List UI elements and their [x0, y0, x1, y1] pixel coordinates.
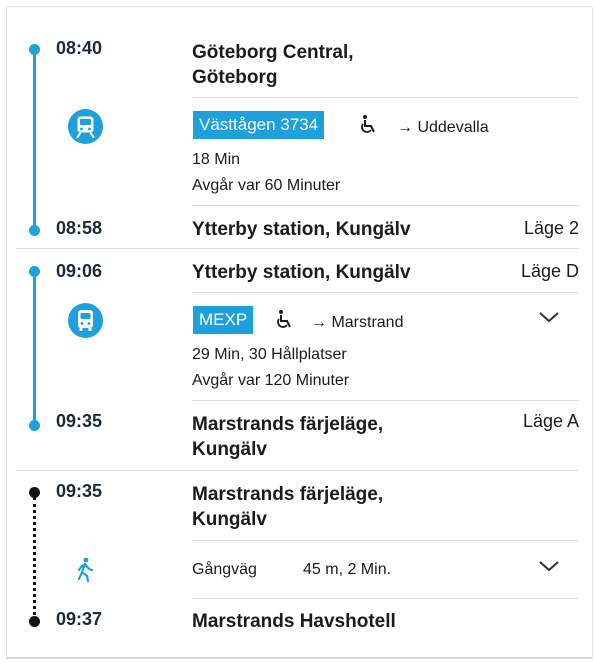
arrival-marker: [29, 225, 40, 236]
leg-divider: [16, 470, 579, 471]
departure-time: 09:06: [56, 261, 103, 281]
bus-icon: [68, 303, 103, 338]
departure-stop[interactable]: Marstrands färjeläge, Kungälv: [192, 482, 383, 532]
arrival-stop[interactable]: Marstrands Havshotell: [192, 609, 396, 634]
stop-name-line1: Marstrands färjeläge,: [192, 414, 384, 435]
walking-person-icon: [74, 557, 96, 588]
frequency-text: Avgår var 120 Minuter: [192, 372, 350, 389]
line-badge[interactable]: MEXP: [193, 306, 254, 334]
bus-route-line: [33, 272, 36, 425]
wheelchair-icon: [358, 114, 380, 141]
arrival-stop[interactable]: Ytterby station, Kungälv: [192, 217, 411, 242]
track-label: Läge D: [520, 261, 579, 281]
track-label: Läge 2: [523, 218, 579, 238]
walk-distance: 45 m, 2 Min.: [303, 561, 392, 578]
stop-name-line1: Göteborg Central,: [192, 42, 354, 63]
arrival-marker: [29, 616, 40, 627]
divider: [192, 598, 579, 599]
divider: [192, 400, 579, 401]
leg-divider: [16, 248, 579, 249]
expand-chevron-icon[interactable]: [538, 559, 560, 578]
duration-text: 18 Min: [192, 151, 241, 168]
departure-time: 09:35: [56, 481, 103, 501]
direction-text: → Uddevalla: [397, 119, 489, 136]
track-label: Läge A: [522, 411, 579, 431]
divider: [192, 205, 579, 206]
walk-label: Gångväg: [192, 561, 257, 578]
duration-text: 29 Min, 30 Hållplatser: [192, 346, 347, 363]
departure-time: 08:40: [56, 38, 103, 58]
train-route-line: [33, 50, 36, 230]
expand-chevron-icon[interactable]: [538, 310, 560, 329]
frequency-text: Avgår var 60 Minuter: [192, 177, 341, 194]
departure-stop[interactable]: Ytterby station, Kungälv: [192, 260, 411, 285]
departure-stop[interactable]: Göteborg Central, Göteborg: [192, 40, 354, 90]
divider: [192, 540, 579, 541]
stop-name-line2: Göteborg: [192, 67, 278, 88]
divider: [192, 97, 579, 98]
arrival-marker: [29, 420, 40, 431]
train-icon: [68, 109, 103, 144]
line-badge[interactable]: Västtågen 3734: [193, 111, 325, 139]
wheelchair-icon: [274, 309, 296, 336]
stop-name-line1: Marstrands färjeläge,: [192, 484, 384, 505]
arrival-stop[interactable]: Marstrands färjeläge, Kungälv: [192, 412, 383, 462]
arrival-time: 09:35: [56, 411, 103, 431]
direction-text: → Marstrand: [311, 314, 404, 331]
walk-route-line: [33, 497, 36, 615]
arrival-time: 08:58: [56, 218, 103, 238]
stop-name-line2: Kungälv: [192, 439, 267, 460]
arrival-time: 09:37: [56, 609, 103, 629]
divider: [192, 292, 579, 293]
stop-name-line2: Kungälv: [192, 509, 267, 530]
